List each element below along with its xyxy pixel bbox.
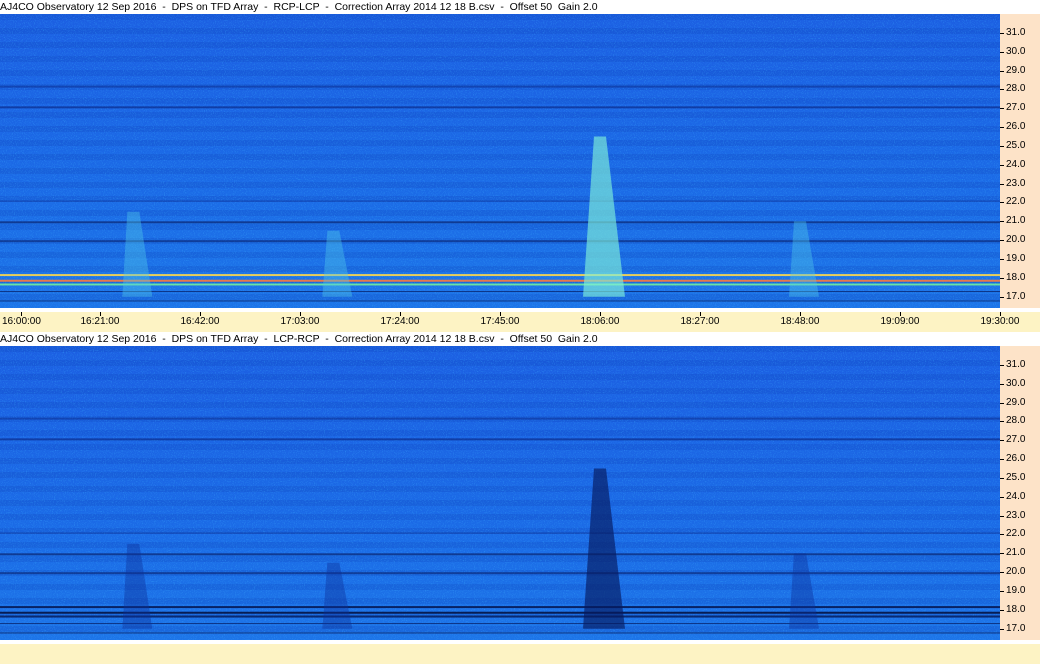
interference-line [0, 572, 1000, 575]
panel-title-lcp-rcp: AJ4CO Observatory 12 Sep 2016 - DPS on T… [0, 332, 1040, 346]
frequency-axis-rcp-lcp: 17.0 18.0 19.0 20.0 21.0 22.0 23.0 24.0 25.0 26.0… [1000, 14, 1040, 308]
spectrogram-rcp-lcp [0, 14, 1000, 308]
time-axis-empty [0, 644, 1040, 664]
frequency-axis-lcp-rcp: 17.0 18.0 19.0 20.0 21.0 22.0 23.0 24.0 25.0 26.0… [1000, 346, 1040, 640]
interference-line [0, 200, 1000, 202]
x-tick-label: 16:42:00 [181, 312, 219, 332]
interference-line [0, 553, 1000, 556]
interference-line [0, 438, 1000, 441]
interference-line [0, 221, 1000, 224]
interference-line [0, 606, 1000, 609]
interference-line [0, 274, 1000, 277]
interference-line [0, 279, 1000, 282]
x-tick-label: 18:06:00 [581, 312, 619, 332]
panel-title-rcp-lcp: AJ4CO Observatory 12 Sep 2016 - DPS on T… [0, 0, 1040, 14]
x-tick-label: 17:03:00 [281, 312, 319, 332]
interference-line [0, 632, 1000, 634]
interference-line [0, 611, 1000, 614]
x-tick-label: 16:00:00 [2, 312, 41, 332]
x-tick-label: 17:45:00 [481, 312, 519, 332]
interference-line [0, 532, 1000, 534]
spectrogram-noise [0, 346, 1000, 640]
x-tick-label: 17:24:00 [381, 312, 419, 332]
interference-line [0, 85, 1000, 88]
interference-line [0, 240, 1000, 243]
x-tick-label: 16:21:00 [81, 312, 119, 332]
interference-line [0, 106, 1000, 109]
x-tick-label: 18:48:00 [781, 312, 819, 332]
spectrogram-lcp-rcp [0, 346, 1000, 640]
x-tick-label: 19:30:00 [981, 312, 1019, 332]
interference-line [0, 300, 1000, 302]
x-tick-label: 19:09:00 [881, 312, 919, 332]
spectrogram-noise [0, 14, 1000, 308]
interference-line [0, 417, 1000, 420]
time-axis: 16:00:00 16:21:00 16:42:00 17:03:00 17:24:00… [0, 312, 1040, 332]
x-tick-label: 18:27:00 [681, 312, 719, 332]
